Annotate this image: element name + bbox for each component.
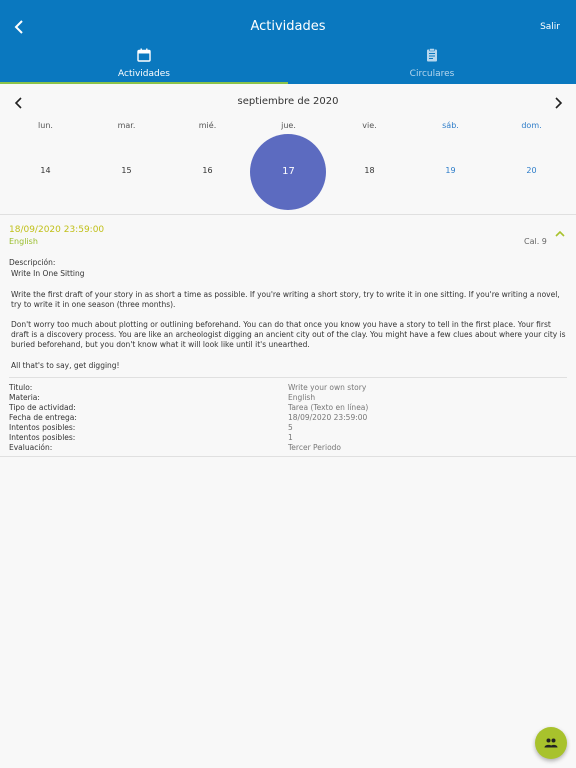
detail-label: Intentos posibles: — [9, 433, 76, 442]
description-paragraph: Don't worry too much about plotting or o… — [11, 320, 566, 349]
weekday-header: sáb. — [442, 121, 459, 130]
detail-value: 18/09/2020 23:59:00 — [288, 413, 368, 422]
detail-label: Fecha de entrega: — [9, 413, 77, 422]
month-label: septiembre de 2020 — [237, 96, 339, 107]
detail-value: Tercer Periodo — [288, 443, 342, 452]
weekday-header: mié. — [198, 121, 217, 130]
weekday-header: vie. — [362, 121, 377, 130]
detail-value: 1 — [288, 433, 293, 442]
page-title: Actividades — [250, 19, 326, 34]
logout-button[interactable]: Salir — [540, 22, 560, 32]
detail-label: Materia: — [9, 393, 40, 402]
description-paragraph: Write the first draft of your story in a… — [11, 290, 560, 309]
weekday-header: dom. — [521, 121, 542, 130]
chevron-up-icon[interactable] — [554, 229, 566, 239]
tab-actividades[interactable]: Actividades — [0, 44, 288, 84]
activity-subject: English — [9, 237, 38, 246]
calendar-day[interactable]: 20 — [491, 166, 572, 175]
weekday-header: lun. — [38, 121, 53, 130]
calendar-day[interactable]: 15 — [86, 166, 167, 175]
detail-value: Write your own story — [288, 383, 367, 392]
activity-grade: Cal. 9 — [524, 237, 547, 246]
top-app-bar: Actividades Salir Actividades Circulares — [0, 0, 576, 84]
contacts-fab-button[interactable] — [535, 727, 567, 759]
description-title: Write In One Sitting — [11, 269, 85, 278]
divider — [0, 456, 576, 457]
divider — [9, 377, 567, 378]
weekday-header: mar. — [117, 121, 136, 130]
detail-label: Tipo de actividad: — [9, 403, 76, 412]
group-icon — [544, 738, 558, 748]
calendar-icon — [137, 48, 151, 62]
month-navigator: septiembre de 2020 — [0, 94, 576, 112]
detail-value: English — [288, 393, 316, 402]
description-label: Descripción: — [9, 258, 56, 267]
activity-due-date: 18/09/2020 23:59:00 — [9, 225, 105, 235]
calendar-day[interactable]: 18 — [329, 166, 410, 175]
chevron-right-icon[interactable] — [553, 97, 563, 109]
calendar-day-selected[interactable]: 17 — [248, 166, 329, 177]
detail-label: Titulo: — [9, 383, 33, 392]
tab-actividades-label: Actividades — [118, 69, 170, 79]
active-tab-indicator — [0, 82, 288, 84]
tab-circulares[interactable]: Circulares — [288, 44, 576, 84]
calendar-day[interactable]: 14 — [5, 166, 86, 175]
calendar-day[interactable]: 19 — [410, 166, 491, 175]
detail-value: Tarea (Texto en línea) — [288, 403, 369, 412]
detail-value: 5 — [288, 423, 293, 432]
detail-label: Evaluación: — [9, 443, 53, 452]
calendar-day[interactable]: 16 — [167, 166, 248, 175]
clipboard-icon — [427, 48, 437, 62]
detail-label: Intentos posibles: — [9, 423, 76, 432]
divider — [0, 214, 576, 215]
tab-circulares-label: Circulares — [409, 69, 455, 79]
weekday-header: jue. — [281, 121, 296, 130]
description-paragraph: All that's to say, get digging! — [11, 361, 120, 370]
